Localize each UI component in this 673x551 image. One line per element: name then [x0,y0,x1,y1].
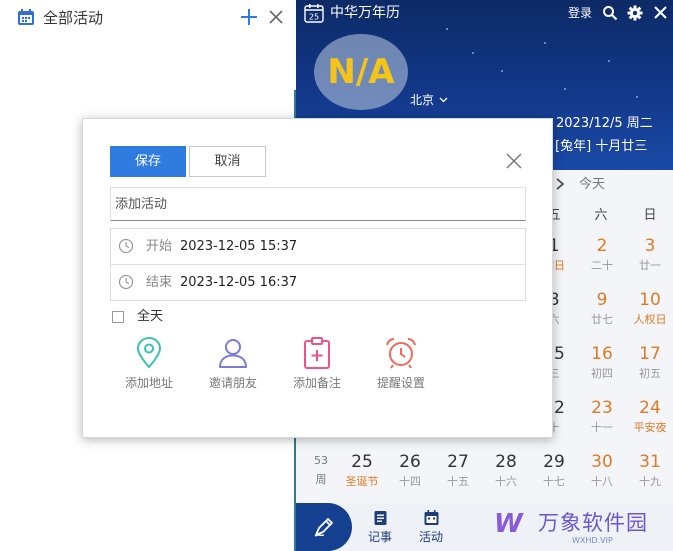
day-cell[interactable]: 16 初四 [580,344,624,381]
add-activity-dialog: 保存 取消 开始 2023-12-05 15:37 结束 2023-12-05 … [82,118,553,438]
clock-icon [118,238,134,254]
calendar-icon [18,9,34,25]
solar-date: 2023/12/5 周二 [556,116,653,131]
day-cell[interactable]: 23 十一 [580,398,624,435]
day-cell[interactable]: 17 初五 [628,344,672,381]
app-title: 中华万年历 [330,5,400,21]
clipboard-icon [304,337,330,369]
start-time-field[interactable]: 开始 2023-12-05 15:37 [111,229,525,265]
day-cell[interactable]: 31 十九 [628,452,672,489]
calendar-icon [424,510,438,525]
activity-panel-title: 全部活动 [43,9,104,27]
close-icon[interactable] [505,152,523,170]
weekday-header: 日 [643,208,657,223]
pen-icon [314,518,333,537]
action-label: 邀请朋友 [208,376,257,390]
invite-friend-button[interactable]: 邀请朋友 [193,336,273,391]
action-label: 添加备注 [292,376,341,390]
svg-text:25: 25 [309,13,319,22]
login-button[interactable]: 登录 [568,5,592,21]
city-label: 北京 [410,93,435,107]
end-label: 结束 [146,275,173,290]
write-button[interactable] [296,503,352,551]
add-location-button[interactable]: 添加地址 [109,336,189,391]
start-value: 2023-12-05 15:37 [180,239,298,254]
watermark-logo: W 万象软件园 WXHD.VIP [494,509,648,545]
friend-icon [219,339,247,368]
action-label: 添加地址 [124,376,173,390]
day-cell[interactable]: 28 十六 [484,452,528,489]
chevron-down-icon [439,97,448,103]
day-cell[interactable]: 30 十八 [580,452,624,489]
tab-activities[interactable]: 活动 [411,510,451,545]
weekday-header: 六 [594,208,608,223]
search-icon[interactable] [602,5,618,21]
activity-title-input[interactable] [110,187,526,221]
weather-widget[interactable]: N/A [314,34,408,110]
end-time-field[interactable]: 结束 2023-12-05 16:37 [111,265,525,301]
week-number: 53 周 [314,454,328,486]
add-activity-button[interactable] [239,7,259,27]
day-cell[interactable]: 26 十四 [388,452,432,489]
cancel-button[interactable]: 取消 [189,146,266,177]
alarm-icon [386,338,416,369]
clock-icon [118,274,134,290]
weather-value: N/A [327,52,395,92]
gear-icon[interactable] [627,5,643,21]
tab-label: 记事 [367,530,392,544]
location-icon [136,336,162,369]
tab-label: 活动 [418,530,443,544]
today-button[interactable]: 今天 [579,177,605,193]
activity-panel-header: 全部活动 [0,0,296,36]
save-button[interactable]: 保存 [110,146,186,177]
day-cell[interactable]: 24 平安夜 [628,398,672,435]
add-note-button[interactable]: 添加备注 [277,336,357,391]
day-cell[interactable]: 3 廿一 [628,236,672,273]
day-cell[interactable]: 29 十七 [532,452,576,489]
day-cell[interactable]: 25 圣诞节 [340,452,384,489]
lunar-date: [兔年] 十月廿三 [555,139,648,154]
time-range: 开始 2023-12-05 15:37 结束 2023-12-05 16:37 [110,228,526,301]
city-selector[interactable]: 北京 [410,92,448,108]
day-cell[interactable]: 2 二十 [580,236,624,273]
reminder-settings-button[interactable]: 提醒设置 [361,336,441,391]
note-icon [374,511,386,525]
allday-option[interactable]: 全天 [112,308,163,325]
day-cell[interactable]: 10 人权日 [628,290,672,327]
app-logo-icon: 25 [304,4,324,23]
next-month-button[interactable] [554,177,566,191]
allday-checkbox[interactable] [112,310,124,323]
tab-notes[interactable]: 记事 [360,510,400,545]
day-cell[interactable]: 9 廿七 [580,290,624,327]
allday-label: 全天 [137,309,164,324]
action-label: 提醒设置 [376,376,425,390]
start-label: 开始 [146,239,173,254]
end-value: 2023-12-05 16:37 [180,275,298,290]
close-icon[interactable] [653,5,668,20]
close-panel-button[interactable] [267,8,285,26]
day-cell[interactable]: 27 十五 [436,452,480,489]
